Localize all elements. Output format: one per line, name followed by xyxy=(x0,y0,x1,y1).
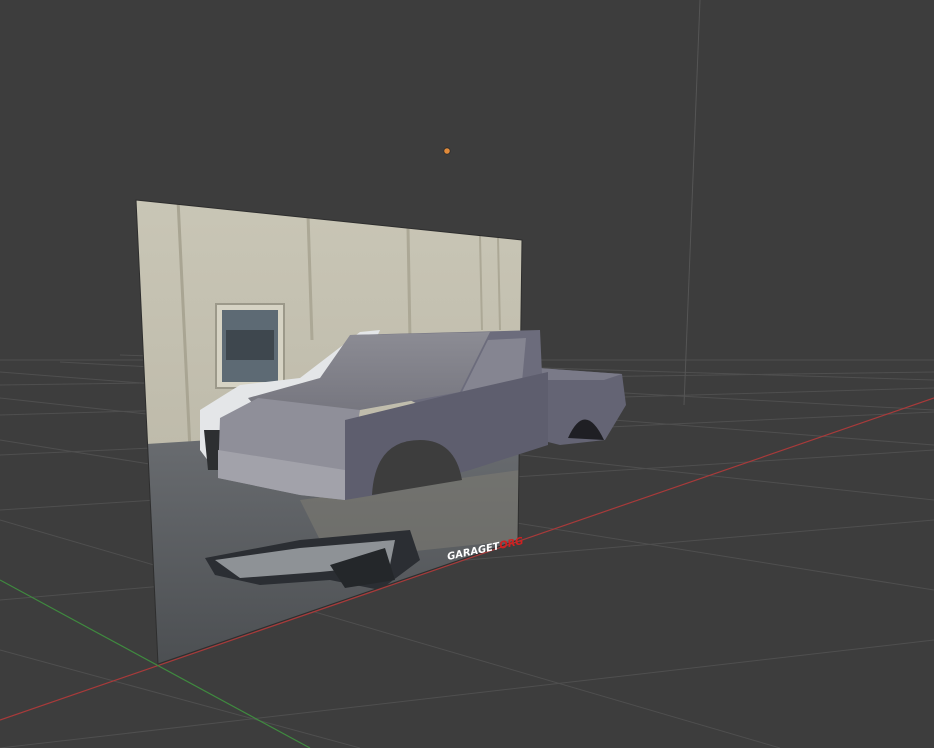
grid-line xyxy=(0,649,361,748)
3d-viewport[interactable]: GARAGETORG xyxy=(0,0,934,748)
z-axis-line xyxy=(683,0,701,406)
lamp-light-icon[interactable] xyxy=(443,147,451,155)
viewport-canvas[interactable]: GARAGETORG xyxy=(0,0,934,748)
